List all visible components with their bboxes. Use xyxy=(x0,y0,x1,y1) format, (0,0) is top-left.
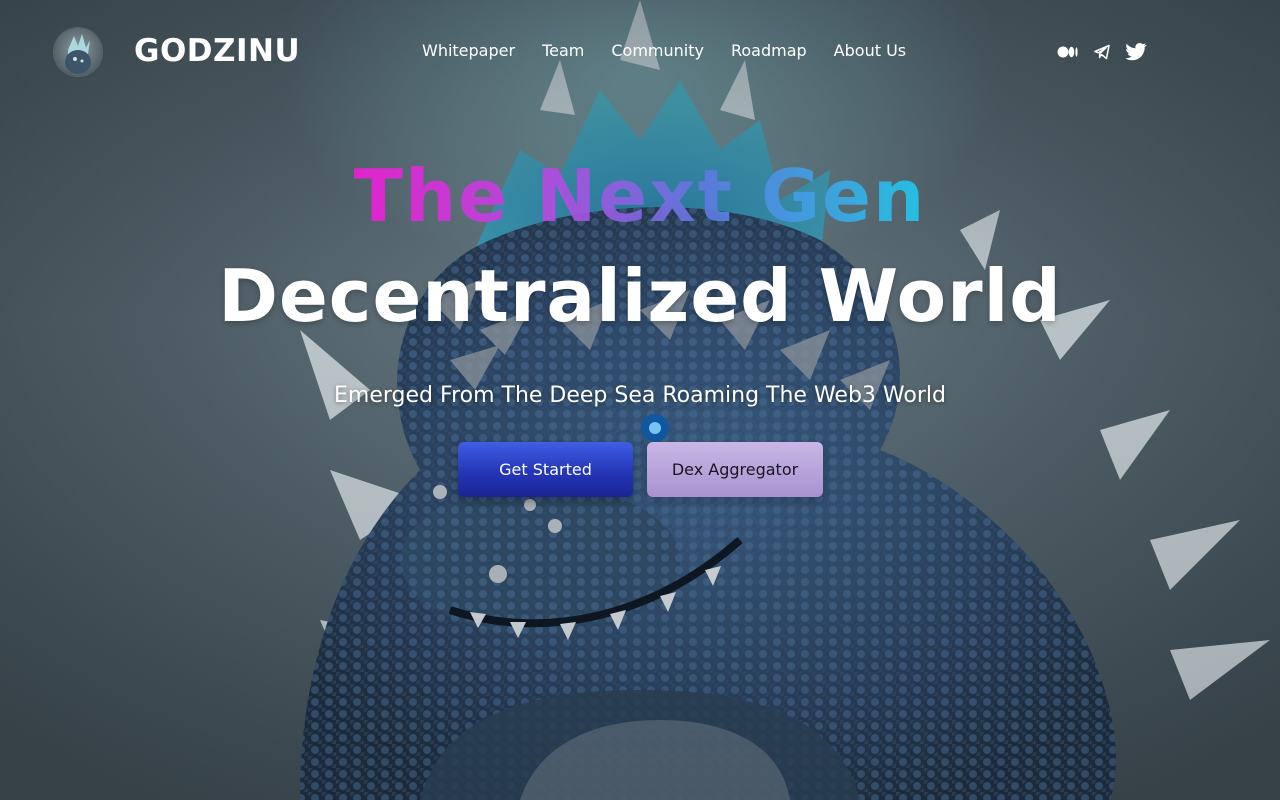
nav-about-us[interactable]: About Us xyxy=(834,40,906,62)
godzinu-logo-icon xyxy=(65,34,91,74)
hero-headline-gradient-text: The Next Gen xyxy=(353,154,927,238)
twitter-icon[interactable] xyxy=(1125,41,1147,63)
social-links xyxy=(1057,41,1147,63)
telegram-icon[interactable] xyxy=(1091,41,1113,63)
nav-community[interactable]: Community xyxy=(611,40,704,62)
dex-aggregator-button[interactable]: Dex Aggregator xyxy=(647,442,823,497)
main-nav: Whitepaper Team Community Roadmap About … xyxy=(422,40,906,62)
brand-name[interactable]: GODZINU xyxy=(134,31,300,71)
nav-roadmap[interactable]: Roadmap xyxy=(731,40,807,62)
hero-subtitle: Emerged From The Deep Sea Roaming The We… xyxy=(334,383,946,408)
hero-headline-gradient: The Next Gen xyxy=(0,152,1280,240)
nav-whitepaper[interactable]: Whitepaper xyxy=(422,40,515,62)
hero-section: GODZINU Whitepaper Team Community Roadma… xyxy=(0,0,1280,800)
hero-headline: Decentralized World xyxy=(218,254,1062,338)
nav-team[interactable]: Team xyxy=(542,40,584,62)
get-started-button[interactable]: Get Started xyxy=(458,442,633,497)
logo-avatar[interactable] xyxy=(54,28,102,76)
medium-icon[interactable] xyxy=(1057,41,1079,63)
